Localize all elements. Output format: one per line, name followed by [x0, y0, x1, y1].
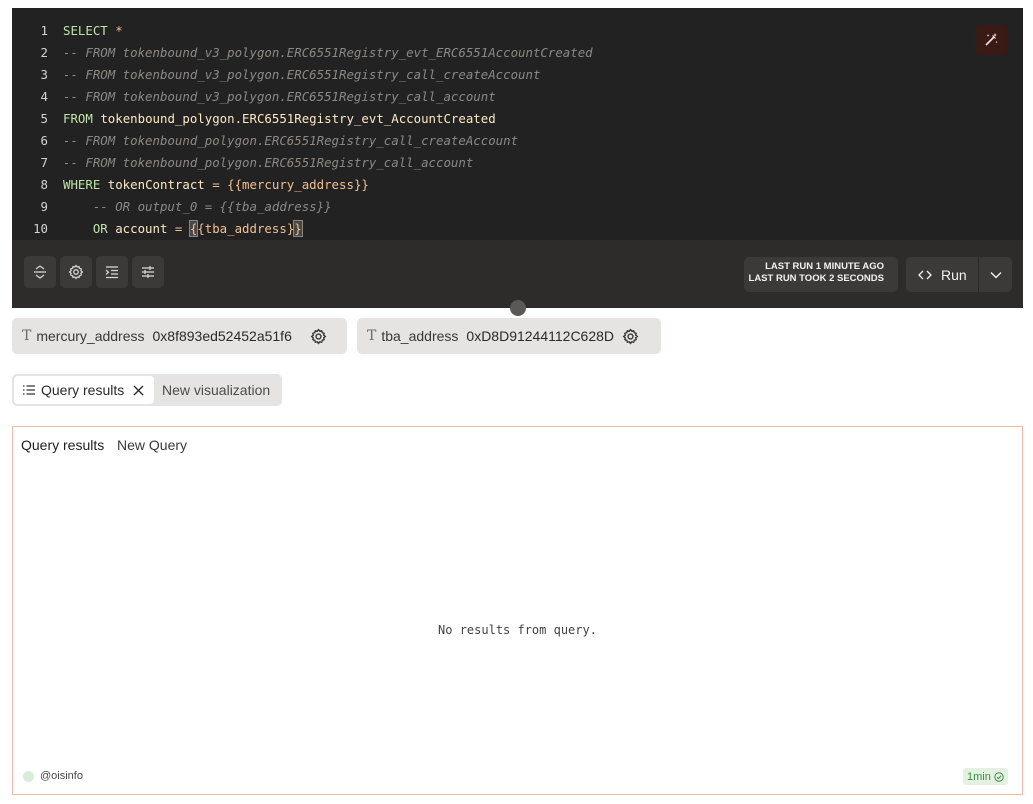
indent-icon [105, 266, 118, 279]
line-number: 7 [40, 155, 48, 170]
line-number: 4 [40, 89, 48, 104]
line-number: 2 [40, 45, 48, 60]
editor-settings-button[interactable] [60, 256, 92, 288]
run-diamond-icon [918, 270, 932, 279]
code-token: -- FROM tokenbound_v3_polygon.ERC6551Reg… [63, 89, 496, 104]
code-text: SELECT * [63, 20, 123, 42]
param-mercury-address[interactable]: T mercury_address 0x8f893ed52452a51f6 [12, 318, 347, 354]
freshness-badge: 1min [963, 768, 1008, 785]
run-options-dropdown[interactable] [978, 257, 1012, 292]
sql-editor[interactable]: 1 SELECT * 2 -- FROM tokenbound_v3_polygon.… [12, 8, 1023, 240]
tab-query-results[interactable]: Query results [14, 376, 154, 404]
code-token: -- OR output_0 = {{tba_address}} [63, 199, 332, 214]
param-value-input[interactable]: 0xD8D91244112C628D [466, 328, 616, 344]
text-type-icon: T [367, 328, 377, 344]
code-text: OR account = {{tba_address}} [63, 218, 303, 240]
list-icon [22, 383, 36, 397]
code-token: tokenContract [107, 177, 213, 192]
editor-toolbar: LAST RUN 1 MINUTE AGO LAST RUN TOOK 2 SE… [12, 240, 1023, 308]
results-title: Query results [21, 437, 105, 453]
param-settings-button[interactable] [310, 327, 327, 345]
age-label: 1min [967, 770, 991, 783]
last-run-time: LAST RUN 1 MINUTE AGO [765, 261, 884, 272]
query-name: New Query [117, 437, 188, 453]
code-token: * [115, 23, 123, 38]
line-number: 8 [40, 177, 48, 192]
avatar [23, 770, 34, 782]
filters-button[interactable] [132, 256, 164, 288]
resize-handle[interactable] [510, 300, 526, 316]
code-text: -- FROM tokenbound_v3_polygon.ERC6551Reg… [63, 42, 593, 64]
ai-assist-button[interactable] [975, 25, 1007, 55]
code-token: {tba_address} [197, 221, 295, 236]
param-settings-button[interactable] [622, 327, 639, 345]
empty-state-message: No results from query. [438, 623, 597, 637]
code-token: } [293, 220, 303, 237]
run-button[interactable]: Run [906, 257, 978, 292]
visualization-tabs: Query results New visualization [12, 374, 282, 406]
query-owner[interactable]: @oisinfo [23, 770, 83, 782]
tab-label: Query results [41, 382, 125, 398]
param-name: mercury_address [36, 328, 145, 344]
line-number: 3 [40, 67, 48, 82]
code-text: -- FROM tokenbound_polygon.ERC6551Regist… [63, 152, 473, 174]
run-label: Run [941, 266, 967, 283]
last-run-info: LAST RUN 1 MINUTE AGO LAST RUN TOOK 2 SE… [744, 257, 898, 292]
param-tba-address[interactable]: T tba_address 0xD8D91244112C628D [357, 318, 661, 354]
code-token: {{mercury_address}} [227, 177, 369, 192]
collapse-editor-button[interactable] [24, 256, 56, 288]
code-token: FROM [63, 111, 101, 126]
code-token: account [115, 221, 175, 236]
code-text: -- FROM tokenbound_polygon.ERC6551Regist… [63, 130, 518, 152]
param-name: tba_address [381, 328, 459, 344]
collapse-icon [34, 265, 46, 279]
code-token: WHERE [63, 177, 108, 192]
chevron-down-icon [990, 271, 1001, 278]
line-number: 5 [40, 111, 48, 126]
last-run-duration: LAST RUN TOOK 2 SECONDS [748, 273, 884, 284]
code-text: FROM tokenbound_polygon.ERC6551Registry_… [63, 108, 496, 130]
code-token: -- FROM tokenbound_polygon.ERC6551Regist… [63, 133, 519, 148]
code-token: -- FROM tokenbound_v3_polygon.ERC6551Reg… [63, 67, 541, 82]
query-editor-page: 1 SELECT * 2 -- FROM tokenbound_v3_polygon.… [0, 0, 1033, 804]
code-token: tokenbound_polygon.ERC6551Registry_evt_A… [100, 111, 496, 126]
text-type-icon: T [22, 328, 32, 344]
line-number: 10 [33, 221, 48, 236]
line-number: 1 [40, 23, 48, 38]
format-query-button[interactable] [96, 256, 128, 288]
results-panel: Query results New Query No results from … [12, 426, 1023, 795]
param-value-input[interactable]: 0x8f893ed52452a51f6 [153, 328, 304, 344]
check-circle-icon [994, 771, 1004, 782]
line-number: 6 [40, 133, 48, 148]
code-token: SELECT [63, 23, 116, 38]
owner-handle: @oisinfo [40, 770, 83, 782]
code-token: OR [63, 221, 116, 236]
run-button-group: Run [906, 257, 1012, 292]
tab-new-visualization[interactable]: New visualization [162, 374, 270, 406]
code-token: -- FROM tokenbound_polygon.ERC6551Regist… [63, 155, 474, 170]
code-text: -- FROM tokenbound_v3_polygon.ERC6551Reg… [63, 86, 496, 108]
gear-icon [623, 327, 639, 345]
code-text: -- FROM tokenbound_v3_polygon.ERC6551Reg… [63, 64, 540, 86]
line-number: 9 [40, 199, 48, 214]
magic-wand-icon [985, 33, 998, 46]
code-token: = [174, 221, 190, 236]
gear-icon [310, 327, 326, 345]
code-token: -- FROM tokenbound_v3_polygon.ERC6551Reg… [63, 45, 593, 60]
code-text: -- OR output_0 = {{tba_address}} [63, 196, 332, 218]
close-tab-button[interactable] [132, 384, 145, 397]
sliders-icon [142, 266, 154, 278]
gear-icon [68, 264, 84, 280]
code-text: WHERE tokenContract = {{mercury_address}… [63, 174, 369, 196]
code-token: = [212, 177, 228, 192]
close-icon [133, 385, 144, 395]
